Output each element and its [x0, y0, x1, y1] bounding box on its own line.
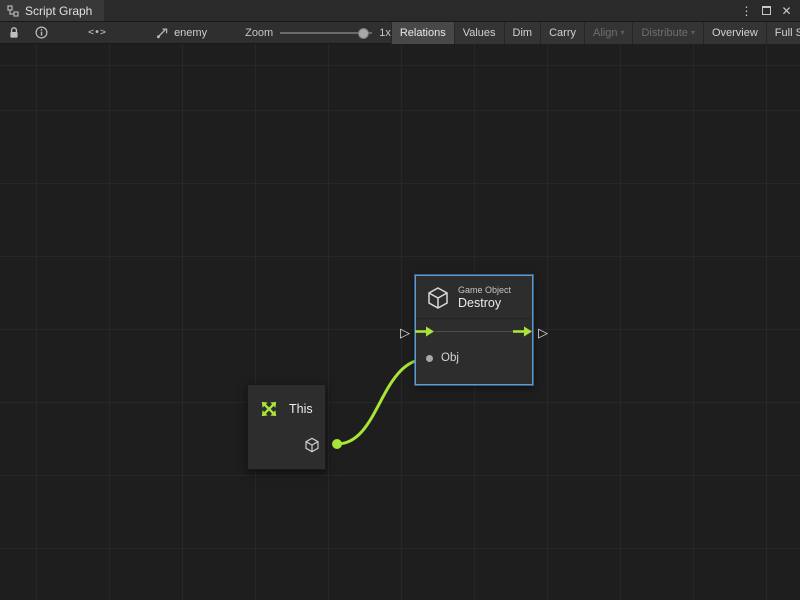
kebab-menu-icon[interactable]: ⋮ [738, 2, 755, 19]
graph-canvas[interactable]: ▷ ▷ Game Object Destroy [0, 44, 800, 600]
caret-down-icon: ▾ [691, 28, 695, 37]
close-icon[interactable]: ✕ [778, 2, 795, 19]
obj-port-label: Obj [441, 352, 459, 364]
script-graph-icon [7, 5, 19, 17]
cube-icon [304, 437, 320, 453]
this-node-title: This [289, 402, 313, 416]
this-output-port-dot[interactable] [332, 439, 342, 449]
flow-through-row [416, 318, 532, 344]
this-node-header: This [248, 385, 325, 420]
info-glyph [35, 26, 48, 39]
node-title: Destroy [458, 296, 511, 311]
values-button[interactable]: Values [454, 22, 504, 44]
fullscreen-label: Full Screen [775, 27, 800, 39]
graph-name: enemy [174, 27, 207, 39]
node-category: Game Object [458, 285, 511, 296]
align-button[interactable]: Align ▾ [584, 22, 632, 44]
maximize-glyph [762, 6, 771, 15]
obj-port-dot-icon[interactable] [426, 355, 433, 362]
overview-button[interactable]: Overview [703, 22, 766, 44]
cube-icon [426, 286, 450, 310]
maximize-icon[interactable] [758, 2, 775, 19]
graph-breadcrumb[interactable]: enemy [156, 26, 207, 39]
this-move-icon [258, 398, 280, 420]
zoom-label: Zoom [245, 27, 273, 39]
caret-down-icon: ▾ [620, 28, 624, 37]
window-controls: ⋮ ✕ [738, 0, 800, 21]
graph-asset-icon [156, 26, 169, 39]
node-destroy[interactable]: ▷ ▷ Game Object Destroy [415, 275, 533, 385]
destroy-node-header: Game Object Destroy [416, 276, 532, 318]
flow-in-arrow-icon[interactable] [415, 326, 435, 337]
toolbar-buttons: Relations Values Dim Carry Align ▾ Distr… [391, 22, 800, 44]
flow-line [435, 331, 513, 332]
titlebar: Script Graph ⋮ ✕ [0, 0, 800, 22]
flow-output-port-icon[interactable]: ▷ [538, 326, 548, 339]
tab-script-graph[interactable]: Script Graph [0, 0, 104, 21]
zoom-control: Zoom 1x [245, 27, 391, 39]
destroy-node-titles: Game Object Destroy [458, 285, 511, 311]
lock-glyph [8, 26, 20, 39]
fullscreen-button[interactable]: Full Screen [766, 22, 800, 44]
this-output-port[interactable] [304, 437, 320, 453]
zoom-value: 1x [379, 27, 391, 39]
relations-label: Relations [400, 27, 446, 39]
carry-label: Carry [549, 27, 576, 39]
dim-button[interactable]: Dim [504, 22, 541, 44]
tab-title: Script Graph [25, 4, 92, 18]
edit-source-icon[interactable]: <•> [84, 22, 110, 44]
zoom-slider[interactable] [280, 27, 372, 39]
zoom-slider-knob[interactable] [358, 28, 369, 39]
align-label: Align [593, 27, 617, 39]
script-graph-window: Script Graph ⋮ ✕ <•> [0, 0, 800, 600]
lock-icon[interactable] [4, 22, 24, 44]
flow-out-arrow-icon[interactable] [513, 326, 533, 337]
flow-input-port-icon[interactable]: ▷ [400, 326, 410, 339]
values-label: Values [463, 27, 496, 39]
connection-layer [0, 44, 800, 600]
dim-label: Dim [513, 27, 533, 39]
node-this[interactable]: This [247, 384, 326, 470]
carry-button[interactable]: Carry [540, 22, 584, 44]
connection-this-to-obj[interactable] [337, 359, 427, 444]
overview-label: Overview [712, 27, 758, 39]
relations-button[interactable]: Relations [391, 22, 454, 44]
input-port-obj[interactable]: Obj [416, 344, 532, 364]
distribute-label: Distribute [641, 27, 687, 39]
distribute-button[interactable]: Distribute ▾ [632, 22, 702, 44]
graph-toolbar: <•> enemy Zoom 1x Relations Values [0, 22, 800, 44]
inspect-info-icon[interactable] [31, 22, 52, 44]
